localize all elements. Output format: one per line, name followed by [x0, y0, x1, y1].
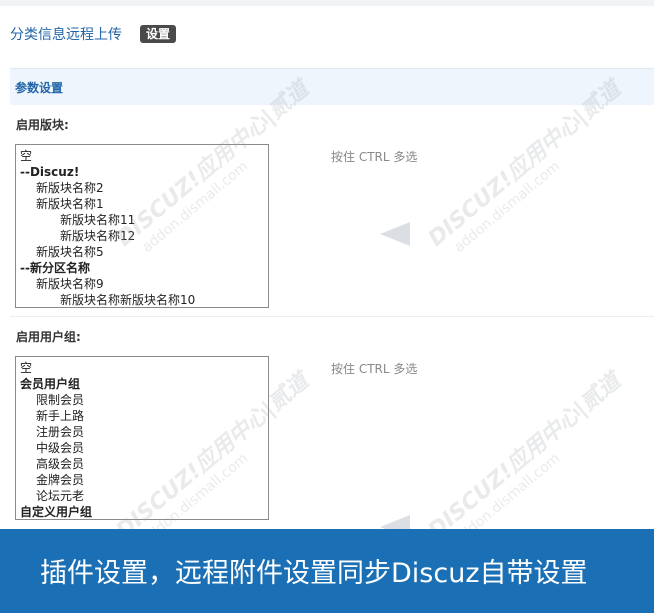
list-option[interactable]: 新版块名称9 — [16, 276, 268, 292]
section-header: 参数设置 — [10, 68, 654, 105]
watermark-logo-icon — [380, 222, 410, 246]
watermark-domain: addon.dismall.com — [451, 450, 564, 548]
section-title: 参数设置 — [15, 81, 64, 95]
list-option[interactable]: --新分区名称 — [16, 260, 268, 276]
usergroups-label: 启用用户组: — [16, 330, 81, 344]
top-divider — [0, 0, 654, 6]
watermark: DISCUZ!应用中心|贰道 addon.dismall.com — [420, 364, 636, 557]
usergroups-hint: 按住 CTRL 多选 — [331, 362, 418, 376]
watermark-domain: addon.dismall.com — [451, 158, 564, 256]
forums-label: 启用版块: — [16, 118, 69, 132]
list-option[interactable]: 会员用户组 — [16, 376, 268, 392]
list-option[interactable]: 空 — [16, 360, 268, 376]
watermark-brand: DISCUZ!应用中心|贰道 — [423, 368, 626, 544]
caption-text: 插件设置，远程附件设置同步Discuz自带设置 — [40, 558, 588, 589]
field-divider — [10, 316, 654, 317]
page-header: 分类信息远程上传 设置 — [10, 22, 177, 46]
list-option[interactable]: 限制会员 — [16, 392, 268, 408]
list-option[interactable]: 新版块名称新版块名称10 — [16, 292, 268, 307]
page-title: 分类信息远程上传 — [10, 27, 122, 43]
settings-button[interactable]: 设置 — [140, 25, 177, 43]
caption-banner: 插件设置，远程附件设置同步Discuz自带设置 — [0, 529, 654, 613]
forums-hint: 按住 CTRL 多选 — [331, 150, 418, 164]
